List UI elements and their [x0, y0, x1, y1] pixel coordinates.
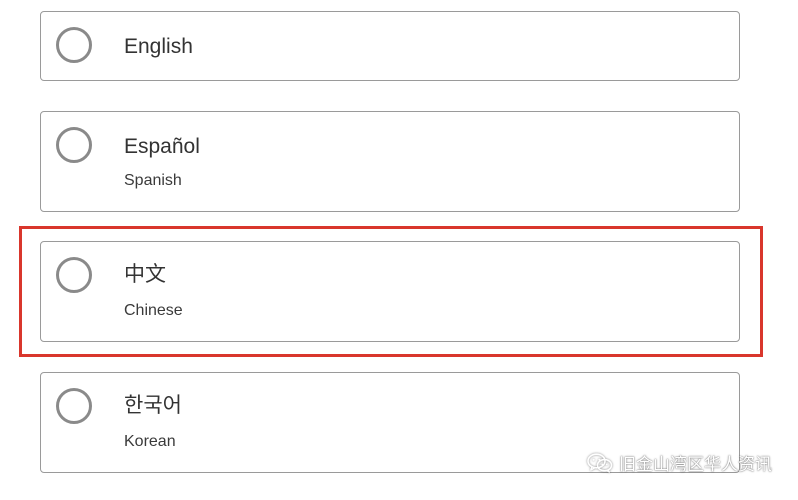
language-option-chinese[interactable]: 中文 Chinese [40, 241, 740, 342]
option-sublabel: Korean [124, 433, 176, 450]
option-sublabel: Chinese [124, 302, 183, 319]
language-option-spanish[interactable]: Español Spanish [40, 111, 740, 212]
language-option-english[interactable]: English [40, 11, 740, 81]
option-label: English [124, 35, 193, 58]
option-label: 한국어 [124, 394, 182, 417]
watermark: 旧金山湾区华人资讯 [587, 450, 772, 475]
watermark-text: 旧金山湾区华人资讯 [619, 455, 772, 474]
option-sublabel: Spanish [124, 172, 182, 189]
radio-button-spanish[interactable] [56, 127, 92, 163]
option-label: Español [124, 135, 200, 158]
radio-button-english[interactable] [56, 27, 92, 63]
radio-button-chinese[interactable] [56, 257, 92, 293]
radio-button-korean[interactable] [56, 388, 92, 424]
wechat-icon [587, 452, 613, 473]
option-label: 中文 [124, 263, 166, 286]
